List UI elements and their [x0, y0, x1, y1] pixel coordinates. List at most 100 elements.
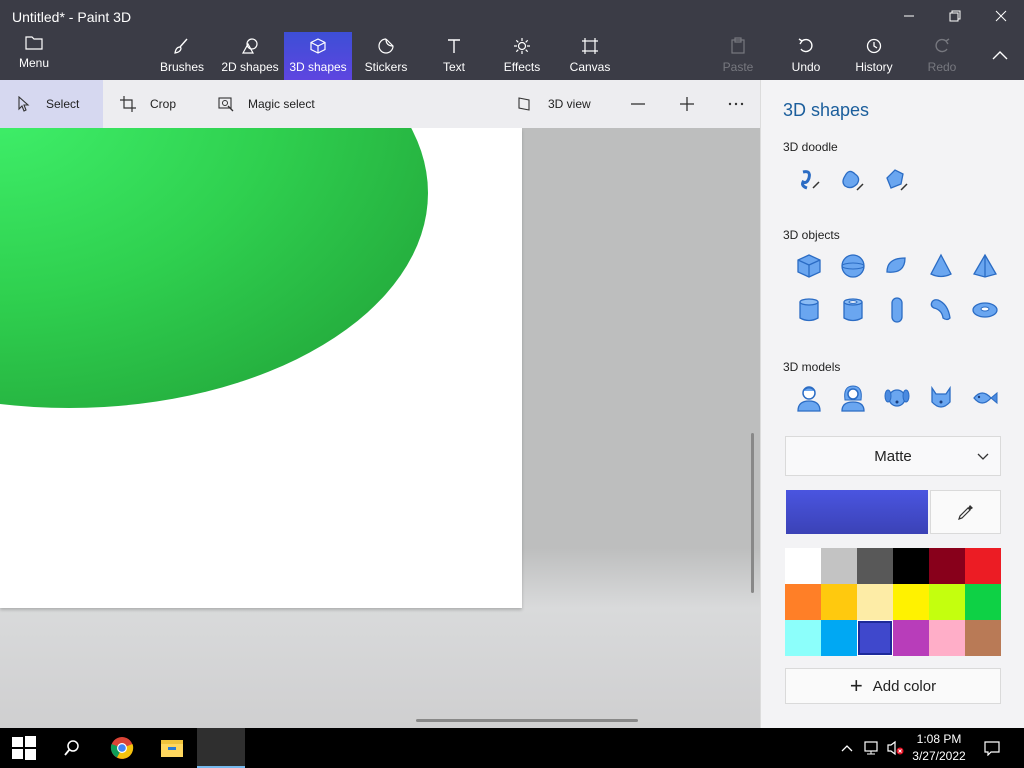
color-swatch[interactable] — [857, 584, 893, 620]
horizontal-scrollbar[interactable] — [416, 719, 638, 722]
hemisphere-button[interactable] — [875, 248, 919, 284]
color-palette — [785, 548, 1001, 656]
sphere-button[interactable] — [831, 248, 875, 284]
color-swatch[interactable] — [965, 548, 1001, 584]
color-swatch[interactable] — [821, 584, 857, 620]
sharp-edge-doodle-button[interactable] — [787, 162, 831, 198]
window-title: Untitled* - Paint 3D — [12, 9, 132, 25]
color-swatch[interactable] — [785, 584, 821, 620]
tube-icon — [843, 298, 863, 322]
3d-models-heading: 3D models — [783, 360, 841, 374]
color-swatch[interactable] — [821, 548, 857, 584]
woman-model-button[interactable] — [831, 380, 875, 416]
network-button[interactable] — [860, 728, 882, 768]
color-swatch[interactable] — [965, 584, 1001, 620]
sun-icon — [500, 32, 544, 60]
tool-brushes[interactable]: Brushes — [158, 32, 206, 80]
cube-button[interactable] — [787, 248, 831, 284]
man-model-button[interactable] — [787, 380, 831, 416]
drawing-canvas[interactable] — [0, 128, 522, 608]
top-toolbar: Untitled* - Paint 3D Menu Brushes 2D sha… — [0, 0, 1024, 80]
tool-label: Stickers — [364, 60, 408, 74]
plus-icon — [680, 97, 694, 111]
crop-icon — [120, 96, 136, 112]
sub-toolbar: Select Crop Magic select 3D view — [0, 80, 760, 128]
current-color-swatch[interactable] — [786, 490, 928, 534]
network-icon — [864, 741, 878, 755]
cylinder-button[interactable] — [787, 292, 831, 328]
color-swatch[interactable] — [785, 548, 821, 584]
start-button[interactable] — [0, 728, 48, 768]
curved-tube-button[interactable] — [919, 292, 963, 328]
tube-doodle-button[interactable] — [875, 162, 919, 198]
zoom-out-button[interactable] — [630, 80, 650, 128]
add-color-button[interactable]: + Add color — [785, 668, 1001, 704]
tool-redo[interactable]: Redo — [924, 32, 960, 80]
more-options-button[interactable] — [728, 80, 748, 128]
cat-model-button[interactable] — [919, 380, 963, 416]
capsule-button[interactable] — [875, 292, 919, 328]
close-button[interactable] — [978, 0, 1024, 32]
tool-paste[interactable]: Paste — [718, 32, 758, 80]
tool-undo[interactable]: Undo — [786, 32, 826, 80]
show-hidden-icons-button[interactable] — [838, 728, 856, 768]
color-swatch[interactable] — [785, 620, 821, 656]
menu-button[interactable]: Menu — [10, 34, 58, 76]
tool-text[interactable]: Text — [434, 32, 474, 80]
restore-button[interactable] — [932, 0, 978, 32]
soft-edge-doodle-button[interactable] — [831, 162, 875, 198]
collapse-toolbar-button[interactable] — [984, 32, 1016, 80]
dog-model-button[interactable] — [875, 380, 919, 416]
minimize-button[interactable] — [886, 0, 932, 32]
canvas-icon — [566, 32, 614, 60]
minimize-icon — [904, 15, 914, 17]
tool-stickers[interactable]: Stickers — [362, 32, 410, 80]
taskbar-clock[interactable]: 1:08 PM 3/27/2022 — [904, 731, 974, 765]
taskbar-paint-3d[interactable] — [197, 728, 245, 768]
tool-effects[interactable]: Effects — [500, 32, 544, 80]
donut-button[interactable] — [963, 292, 1007, 328]
volume-button[interactable] — [884, 728, 906, 768]
tool-label: Text — [442, 60, 465, 74]
color-swatch[interactable] — [821, 620, 857, 656]
search-button[interactable] — [48, 728, 96, 768]
tool-2d-shapes[interactable]: 2D shapes — [220, 32, 280, 80]
fish-model-button[interactable] — [963, 380, 1007, 416]
tool-label: Redo — [927, 60, 957, 74]
material-dropdown[interactable]: Matte — [785, 436, 1001, 476]
color-swatch[interactable] — [929, 620, 965, 656]
workspace[interactable] — [0, 128, 760, 728]
pyramid-button[interactable] — [963, 248, 1007, 284]
green-3d-ellipsoid[interactable] — [0, 128, 428, 408]
undo-icon — [786, 32, 826, 60]
color-swatch[interactable] — [965, 620, 1001, 656]
fish-icon — [973, 391, 998, 405]
close-icon — [995, 10, 1007, 22]
color-swatch[interactable] — [857, 548, 893, 584]
select-button[interactable]: Select — [0, 80, 103, 128]
taskbar-file-explorer[interactable] — [148, 728, 196, 768]
color-swatch[interactable] — [857, 620, 893, 656]
tool-history[interactable]: History — [852, 32, 896, 80]
crop-button[interactable]: Crop — [120, 80, 190, 128]
tool-label: Effects — [503, 60, 541, 74]
tube-button[interactable] — [831, 292, 875, 328]
zoom-in-button[interactable] — [679, 80, 699, 128]
volume-muted-icon — [887, 740, 904, 756]
tool-canvas[interactable]: Canvas — [566, 32, 614, 80]
color-swatch[interactable] — [893, 620, 929, 656]
magic-select-button[interactable]: Magic select — [218, 80, 328, 128]
tool-3d-shapes[interactable]: 3D shapes — [284, 32, 352, 80]
vertical-scrollbar[interactable] — [751, 433, 754, 593]
color-swatch[interactable] — [929, 584, 965, 620]
cone-button[interactable] — [919, 248, 963, 284]
color-swatch[interactable] — [893, 584, 929, 620]
color-swatch[interactable] — [893, 548, 929, 584]
eyedropper-button[interactable] — [930, 490, 1001, 534]
taskbar-chrome[interactable] — [98, 728, 146, 768]
color-swatch[interactable] — [929, 548, 965, 584]
3d-view-button[interactable]: 3D view — [518, 80, 598, 128]
cursor-icon — [18, 96, 30, 112]
action-center-button[interactable] — [980, 728, 1004, 768]
clipboard-icon — [718, 32, 758, 60]
